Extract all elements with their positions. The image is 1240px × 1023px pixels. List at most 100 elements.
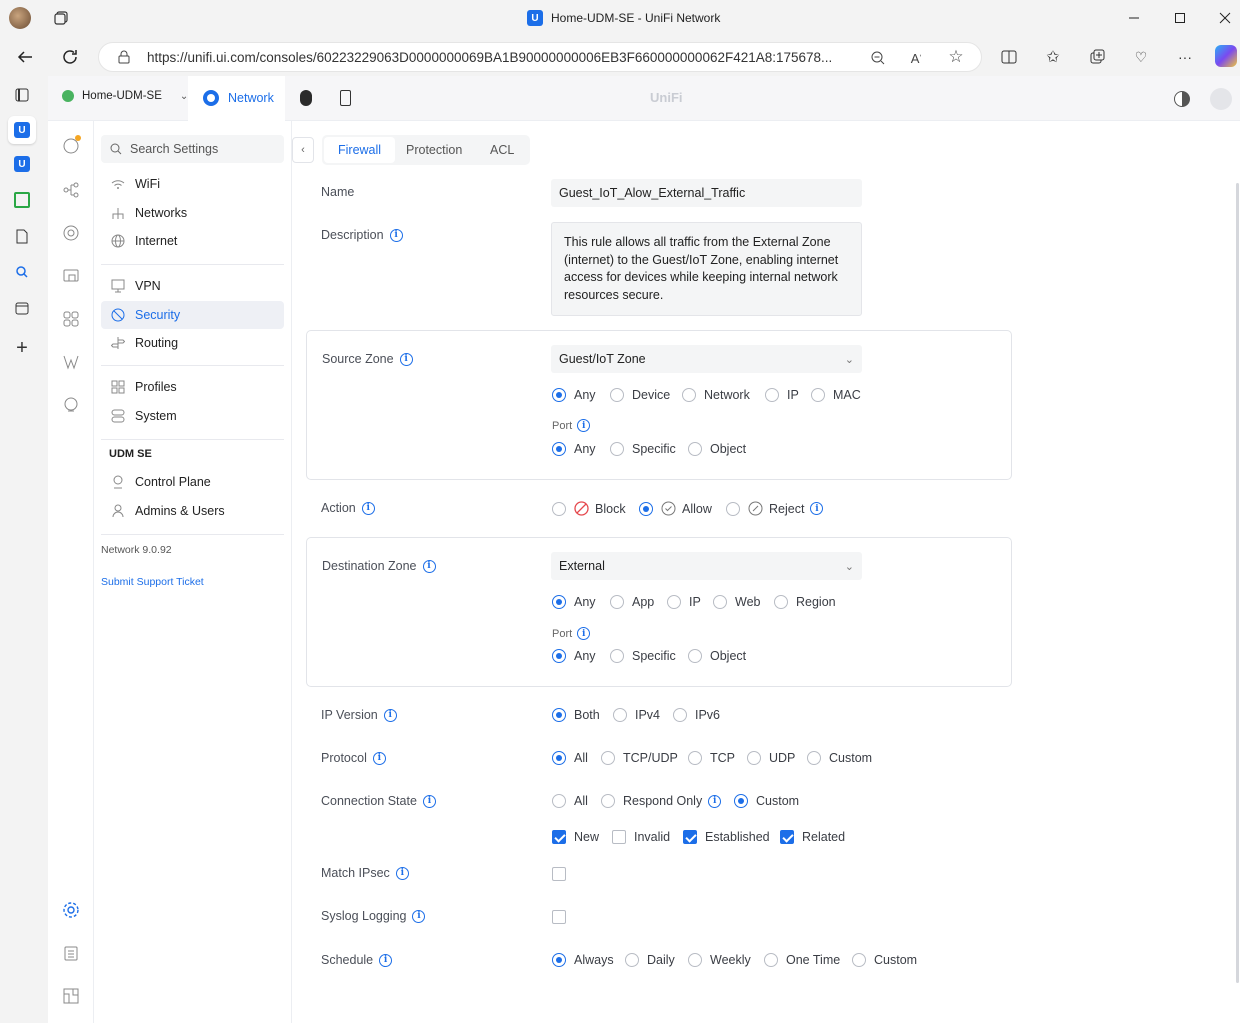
scrollbar[interactable] — [1236, 183, 1239, 983]
support-ticket-link[interactable]: Submit Support Ticket — [101, 576, 204, 588]
dest-port-any[interactable]: Any — [552, 649, 596, 663]
schedule-daily[interactable]: Daily — [625, 953, 675, 967]
conn-check-related[interactable]: Related — [780, 830, 845, 844]
protocol-udp[interactable]: UDP — [747, 751, 795, 765]
collections-icon[interactable] — [1087, 47, 1107, 67]
info-icon[interactable]: i — [372, 751, 386, 765]
unifi-tab-2-icon[interactable]: U — [14, 156, 30, 172]
settings-gear-icon[interactable] — [61, 900, 81, 920]
ip-version-ipv4[interactable]: IPv4 — [613, 708, 660, 722]
dest-radio-app[interactable]: App — [610, 595, 654, 609]
workspaces-icon[interactable] — [52, 9, 70, 27]
protocol-tcp[interactable]: TCP — [688, 751, 735, 765]
collapse-nav-button[interactable]: ‹ — [292, 137, 314, 163]
action-radio-block[interactable]: Block — [552, 501, 626, 516]
schedule-custom[interactable]: Custom — [852, 953, 917, 967]
copilot-icon[interactable] — [1215, 45, 1237, 67]
ip-version-ipv6[interactable]: IPv6 — [673, 708, 720, 722]
source-port-any[interactable]: Any — [552, 442, 596, 456]
tab-firewall[interactable]: Firewall — [324, 137, 396, 163]
dest-radio-web[interactable]: Web — [713, 595, 760, 609]
green-app-icon[interactable] — [14, 192, 30, 208]
maximize-icon[interactable] — [1168, 8, 1192, 28]
info-icon[interactable]: i — [708, 794, 722, 808]
read-aloud-icon[interactable]: Aʼ — [907, 49, 925, 67]
protocol-all[interactable]: All — [552, 751, 588, 765]
conn-state-all[interactable]: All — [552, 794, 588, 808]
dest-port-object[interactable]: Object — [688, 649, 746, 663]
info-icon[interactable]: i — [577, 419, 591, 432]
nav-item-routing[interactable]: Routing — [101, 329, 284, 357]
tab-protection[interactable]: Protection — [392, 137, 476, 163]
info-icon[interactable]: i — [422, 794, 436, 808]
info-icon[interactable]: i — [361, 501, 375, 515]
alarm-manager-icon[interactable] — [62, 396, 80, 414]
more-options-icon[interactable]: ··· — [1175, 47, 1195, 67]
name-input[interactable]: Guest_IoT_Alow_External_Traffic — [551, 179, 862, 207]
syslog-checkbox[interactable] — [552, 910, 574, 924]
favorites-icon[interactable]: ✩ — [1043, 47, 1063, 67]
search-settings-input[interactable]: Search Settings — [101, 135, 284, 163]
nav-item-vpn[interactable]: VPN — [101, 272, 284, 300]
innerspace-icon[interactable] — [62, 987, 80, 1005]
refresh-icon[interactable] — [59, 46, 81, 68]
dest-port-specific[interactable]: Specific — [610, 649, 676, 663]
favorite-star-icon[interactable]: ☆ — [947, 47, 965, 66]
source-radio-network[interactable]: Network — [682, 388, 750, 402]
info-icon[interactable]: i — [810, 502, 824, 515]
source-radio-device[interactable]: Device — [610, 388, 670, 402]
protect-app-icon[interactable] — [300, 90, 312, 106]
action-radio-allow[interactable]: Allow — [639, 501, 712, 516]
conn-check-new[interactable]: New — [552, 830, 599, 844]
schedule-one-time[interactable]: One Time — [764, 953, 840, 967]
zoom-icon[interactable] — [869, 49, 887, 67]
source-radio-ip[interactable]: IP — [765, 388, 799, 402]
protocol-tcp-udp[interactable]: TCP/UDP — [601, 751, 678, 765]
dest-radio-any[interactable]: Any — [552, 595, 596, 609]
info-icon[interactable]: i — [399, 352, 413, 366]
nav-item-system[interactable]: System — [101, 402, 284, 430]
info-icon[interactable]: i — [379, 953, 393, 967]
match-ipsec-checkbox[interactable] — [552, 867, 574, 881]
calendar-icon[interactable] — [14, 300, 30, 316]
system-log-icon[interactable] — [62, 944, 80, 962]
description-textarea[interactable]: This rule allows all traffic from the Ex… — [551, 222, 862, 316]
info-icon[interactable]: i — [395, 866, 409, 880]
nav-item-security[interactable]: Security — [101, 301, 284, 329]
source-port-object[interactable]: Object — [688, 442, 746, 456]
search-tab-icon[interactable] — [14, 264, 30, 280]
source-radio-any[interactable]: Any — [552, 388, 596, 402]
source-zone-select[interactable]: Guest/IoT Zone ⌄ — [551, 345, 862, 373]
ip-version-both[interactable]: Both — [552, 708, 600, 722]
clients-icon[interactable] — [62, 267, 80, 285]
protocol-custom[interactable]: Custom — [807, 751, 872, 765]
schedule-weekly[interactable]: Weekly — [688, 953, 751, 967]
schedule-always[interactable]: Always — [552, 953, 614, 967]
destination-zone-select[interactable]: External ⌄ — [551, 552, 862, 580]
console-selector[interactable]: Home-UDM-SE ⌄ — [62, 90, 188, 102]
access-app-icon[interactable] — [340, 90, 351, 106]
conn-check-invalid[interactable]: Invalid — [612, 830, 670, 844]
insights-icon[interactable] — [62, 310, 80, 328]
address-bar[interactable]: https://unifi.ui.com/consoles/6022322906… — [98, 42, 982, 72]
tab-acl[interactable]: ACL — [476, 137, 528, 163]
minimize-icon[interactable] — [1122, 8, 1146, 28]
dest-radio-region[interactable]: Region — [774, 595, 836, 609]
action-radio-reject[interactable]: Reject i — [726, 501, 824, 516]
nav-item-control-plane[interactable]: Control Plane — [101, 468, 284, 496]
nav-item-wifi[interactable]: WiFi — [101, 170, 284, 198]
radio-manager-icon[interactable] — [62, 353, 80, 371]
unifi-tab-icon[interactable]: U — [8, 116, 36, 144]
split-screen-icon[interactable] — [999, 47, 1019, 67]
new-tab-icon[interactable]: + — [12, 337, 32, 359]
info-icon[interactable]: i — [389, 228, 403, 242]
nav-item-admins-users[interactable]: Admins & Users — [101, 497, 284, 525]
dest-radio-ip[interactable]: IP — [667, 595, 701, 609]
conn-check-established[interactable]: Established — [683, 830, 770, 844]
nav-item-networks[interactable]: Networks — [101, 199, 284, 227]
theme-toggle-icon[interactable] — [1174, 91, 1190, 107]
source-radio-mac[interactable]: MAC — [811, 388, 861, 402]
document-icon[interactable] — [14, 228, 30, 244]
info-icon[interactable]: i — [383, 708, 397, 722]
dashboard-icon[interactable] — [62, 135, 81, 155]
